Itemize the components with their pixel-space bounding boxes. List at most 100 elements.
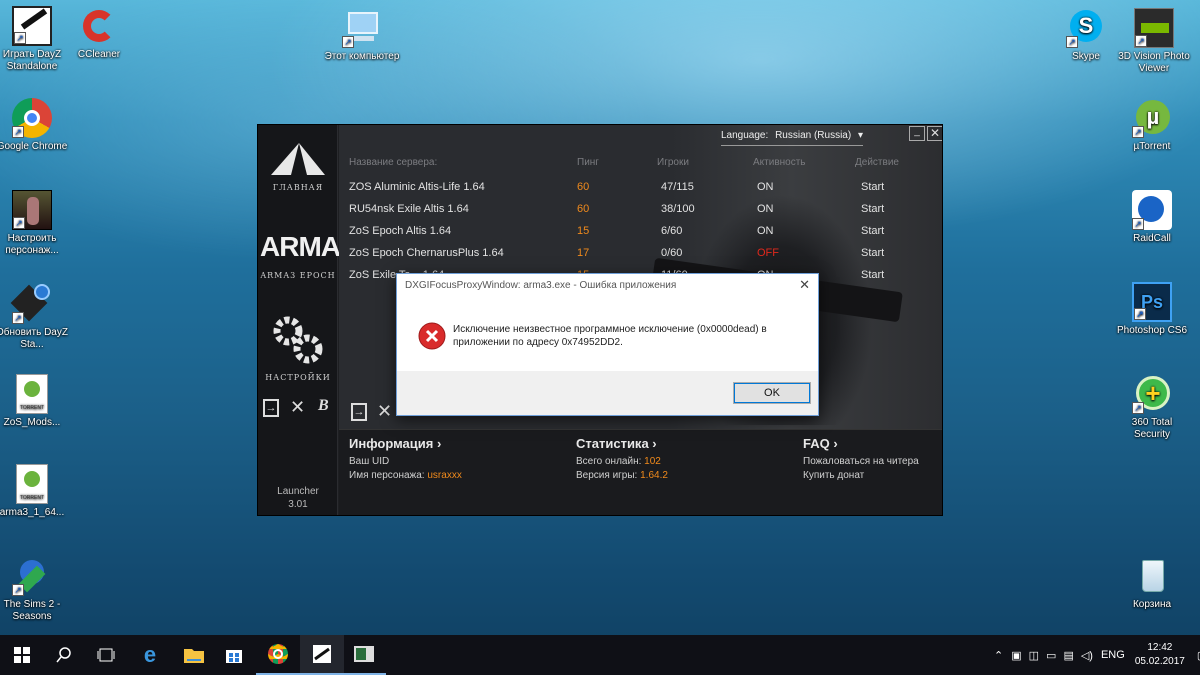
minimize-button[interactable]: _ [909, 126, 925, 141]
start-button[interactable] [0, 635, 44, 675]
server-players: 38/100 [661, 203, 695, 215]
server-players: 0/60 [661, 247, 683, 259]
start-button[interactable]: Start [861, 269, 884, 281]
search-button[interactable] [42, 635, 86, 675]
recycle-bin-icon [1132, 556, 1172, 596]
desktop-icon-ccleaner[interactable]: CCleaner [61, 6, 137, 61]
server-row[interactable]: RU54nsk Exile Altis 1.64 60 38/100 ON St… [349, 198, 942, 220]
export-icon[interactable]: → [263, 399, 279, 417]
start-button[interactable]: Start [861, 247, 884, 259]
server-row[interactable]: ZoS Epoch ChernarusPlus 1.64 17 0/60 OFF… [349, 242, 942, 264]
server-status: OFF [757, 247, 779, 259]
server-players: 6/60 [661, 225, 683, 237]
character-icon: ↗ [12, 190, 52, 230]
server-ping: 60 [577, 203, 590, 215]
language-indicator[interactable]: ENG [1101, 649, 1125, 661]
launcher-sidebar: ГЛАВНАЯ ARMA ARMA3 EPOCH НАСТРОЙКИ → ✕ B… [258, 125, 341, 515]
language-value: Russian (Russia) [775, 130, 852, 141]
desktop-icon-label: arma3_1_64... [0, 507, 65, 518]
desktop-icon-sims2[interactable]: ↗ The Sims 2 - Seasons [0, 556, 70, 623]
desktop-icon-label: The Sims 2 - Seasons [3, 599, 61, 622]
faq-title[interactable]: FAQ › [803, 436, 838, 451]
taskbar-store[interactable] [212, 635, 256, 675]
desktop-icon-photoshop[interactable]: Ps ↗ Photoshop CS6 [1114, 282, 1190, 337]
col-players: Игроки [657, 157, 689, 168]
desktop-icon-dayz[interactable]: ↗ Играть DayZ Standalone [0, 6, 70, 73]
character-name-row: Имя персонажа: usraxxx [349, 470, 462, 481]
desktop-icon-label: 360 Total Security [1131, 417, 1173, 440]
character-name-value: usraxxx [427, 470, 462, 481]
network-icon[interactable]: ▤ [1063, 649, 1073, 662]
desktop-icon-character[interactable]: ↗ Настроить персонаж... [0, 190, 70, 257]
gears-icon [273, 316, 323, 364]
info-panel: Информация › Ваш UID Имя персонажа: usra… [339, 429, 942, 515]
language-selector[interactable]: Language: Russian (Russia) ▾ [721, 130, 864, 146]
server-row[interactable]: ZoS Epoch Altis 1.64 15 6/60 ON Start [349, 220, 942, 242]
desktop-icon-label: 3D Vision Photo Viewer [1118, 51, 1190, 74]
360-security-icon: + ↗ [1132, 374, 1172, 414]
battery-icon[interactable]: ▭ [1046, 649, 1056, 662]
character-name-label: Имя персонажа: [349, 470, 425, 481]
info-title[interactable]: Информация › [349, 436, 441, 451]
start-button[interactable]: Start [861, 225, 884, 237]
desktop-icon-zos-mods[interactable]: TORRENT ZoS_Mods... [0, 374, 70, 429]
desktop-icon-skype[interactable]: S ↗ Skype [1048, 8, 1124, 63]
update-dayz-icon: ↗ [10, 284, 52, 324]
desktop-icon-this-pc[interactable]: ↗ Этот компьютер [324, 8, 400, 63]
clock[interactable]: 12:42 05.02.2017 [1135, 641, 1185, 669]
volume-icon[interactable]: ◁) [1081, 649, 1093, 662]
desktop-icon-label: Photoshop CS6 [1116, 325, 1188, 336]
language-label: Language: [721, 130, 769, 141]
desktop-icon-label: Этот компьютер [324, 51, 400, 62]
report-cheater-link[interactable]: Пожаловаться на читера [803, 456, 919, 467]
chevron-up-icon[interactable]: ⌃ [994, 649, 1003, 662]
task-view-button[interactable] [84, 635, 128, 675]
game-version-label: Версия игры: [576, 470, 638, 481]
game-version-value: 1.64.2 [640, 470, 668, 481]
buy-donate-link[interactable]: Купить донат [803, 470, 864, 481]
tray-app-icon[interactable]: ◫ [1029, 649, 1039, 662]
desktop-icon-label: Google Chrome [0, 141, 68, 152]
tools-icon[interactable]: ✕ [290, 397, 305, 418]
taskbar-dayz[interactable] [300, 635, 344, 675]
col-action: Действие [855, 157, 899, 168]
desktop-icon-arma3-torrent[interactable]: TORRENT arma3_1_64... [0, 464, 70, 519]
desktop-icon-utorrent[interactable]: µ ↗ µTorrent [1114, 98, 1190, 153]
server-status: ON [757, 181, 774, 193]
taskbar-explorer[interactable] [172, 635, 216, 675]
nav-home[interactable]: ГЛАВНАЯ [258, 139, 338, 195]
online-row: Всего онлайн: 102 [576, 456, 661, 467]
desktop-icon-update-dayz[interactable]: ↗ Обновить DayZ Sta... [0, 284, 70, 351]
close-button[interactable]: ✕ [927, 126, 942, 141]
ok-button[interactable]: OK [733, 382, 811, 404]
desktop-icon-recycle-bin[interactable]: Корзина [1114, 556, 1190, 611]
start-button[interactable]: Start [861, 203, 884, 215]
taskbar-edge[interactable]: e [128, 635, 172, 675]
online-label: Всего онлайн: [576, 456, 642, 467]
raidcall-icon: ↗ [1132, 190, 1172, 230]
desktop-icon-raidcall[interactable]: ↗ RaidCall [1114, 190, 1190, 245]
tools-icon[interactable]: ✕ [377, 401, 392, 422]
server-row[interactable]: ZOS Aluminic Altis-Life 1.64 60 47/115 O… [349, 176, 942, 198]
tray-app-icon[interactable]: ▣ [1011, 649, 1021, 662]
stats-title[interactable]: Статистика › [576, 436, 657, 451]
windows-icon [14, 647, 30, 663]
desktop-icon-3d-vision[interactable]: ↗ 3D Vision Photo Viewer [1116, 8, 1192, 75]
dialog-close-button[interactable]: ✕ [799, 277, 810, 293]
server-name: ZoS Epoch Altis 1.64 [349, 225, 452, 237]
desktop-icon-chrome[interactable]: ↗ Google Chrome [0, 98, 70, 153]
edge-icon: e [143, 642, 157, 667]
start-button[interactable]: Start [861, 181, 884, 193]
desktop-icon-label: ZoS_Mods... [3, 417, 61, 428]
b-icon[interactable]: B [318, 397, 329, 415]
desktop-icon-360-security[interactable]: + ↗ 360 Total Security [1114, 374, 1190, 441]
version-value: 3.01 [288, 499, 308, 510]
taskbar-launcher[interactable] [342, 635, 386, 675]
torrent-file-icon: TORRENT [16, 374, 48, 414]
nav-arma-logo[interactable]: ARMA ARMA3 EPOCH [258, 229, 341, 285]
export-icon[interactable]: → [351, 403, 367, 421]
server-players: 47/115 [661, 181, 694, 193]
system-tray: ⌃ ▣ ◫ ▭ ▤ ◁) ENG 12:42 05.02.2017 ▢ [994, 635, 1200, 675]
taskbar-chrome[interactable] [256, 635, 300, 675]
nav-settings[interactable]: НАСТРОЙКИ [258, 313, 338, 383]
